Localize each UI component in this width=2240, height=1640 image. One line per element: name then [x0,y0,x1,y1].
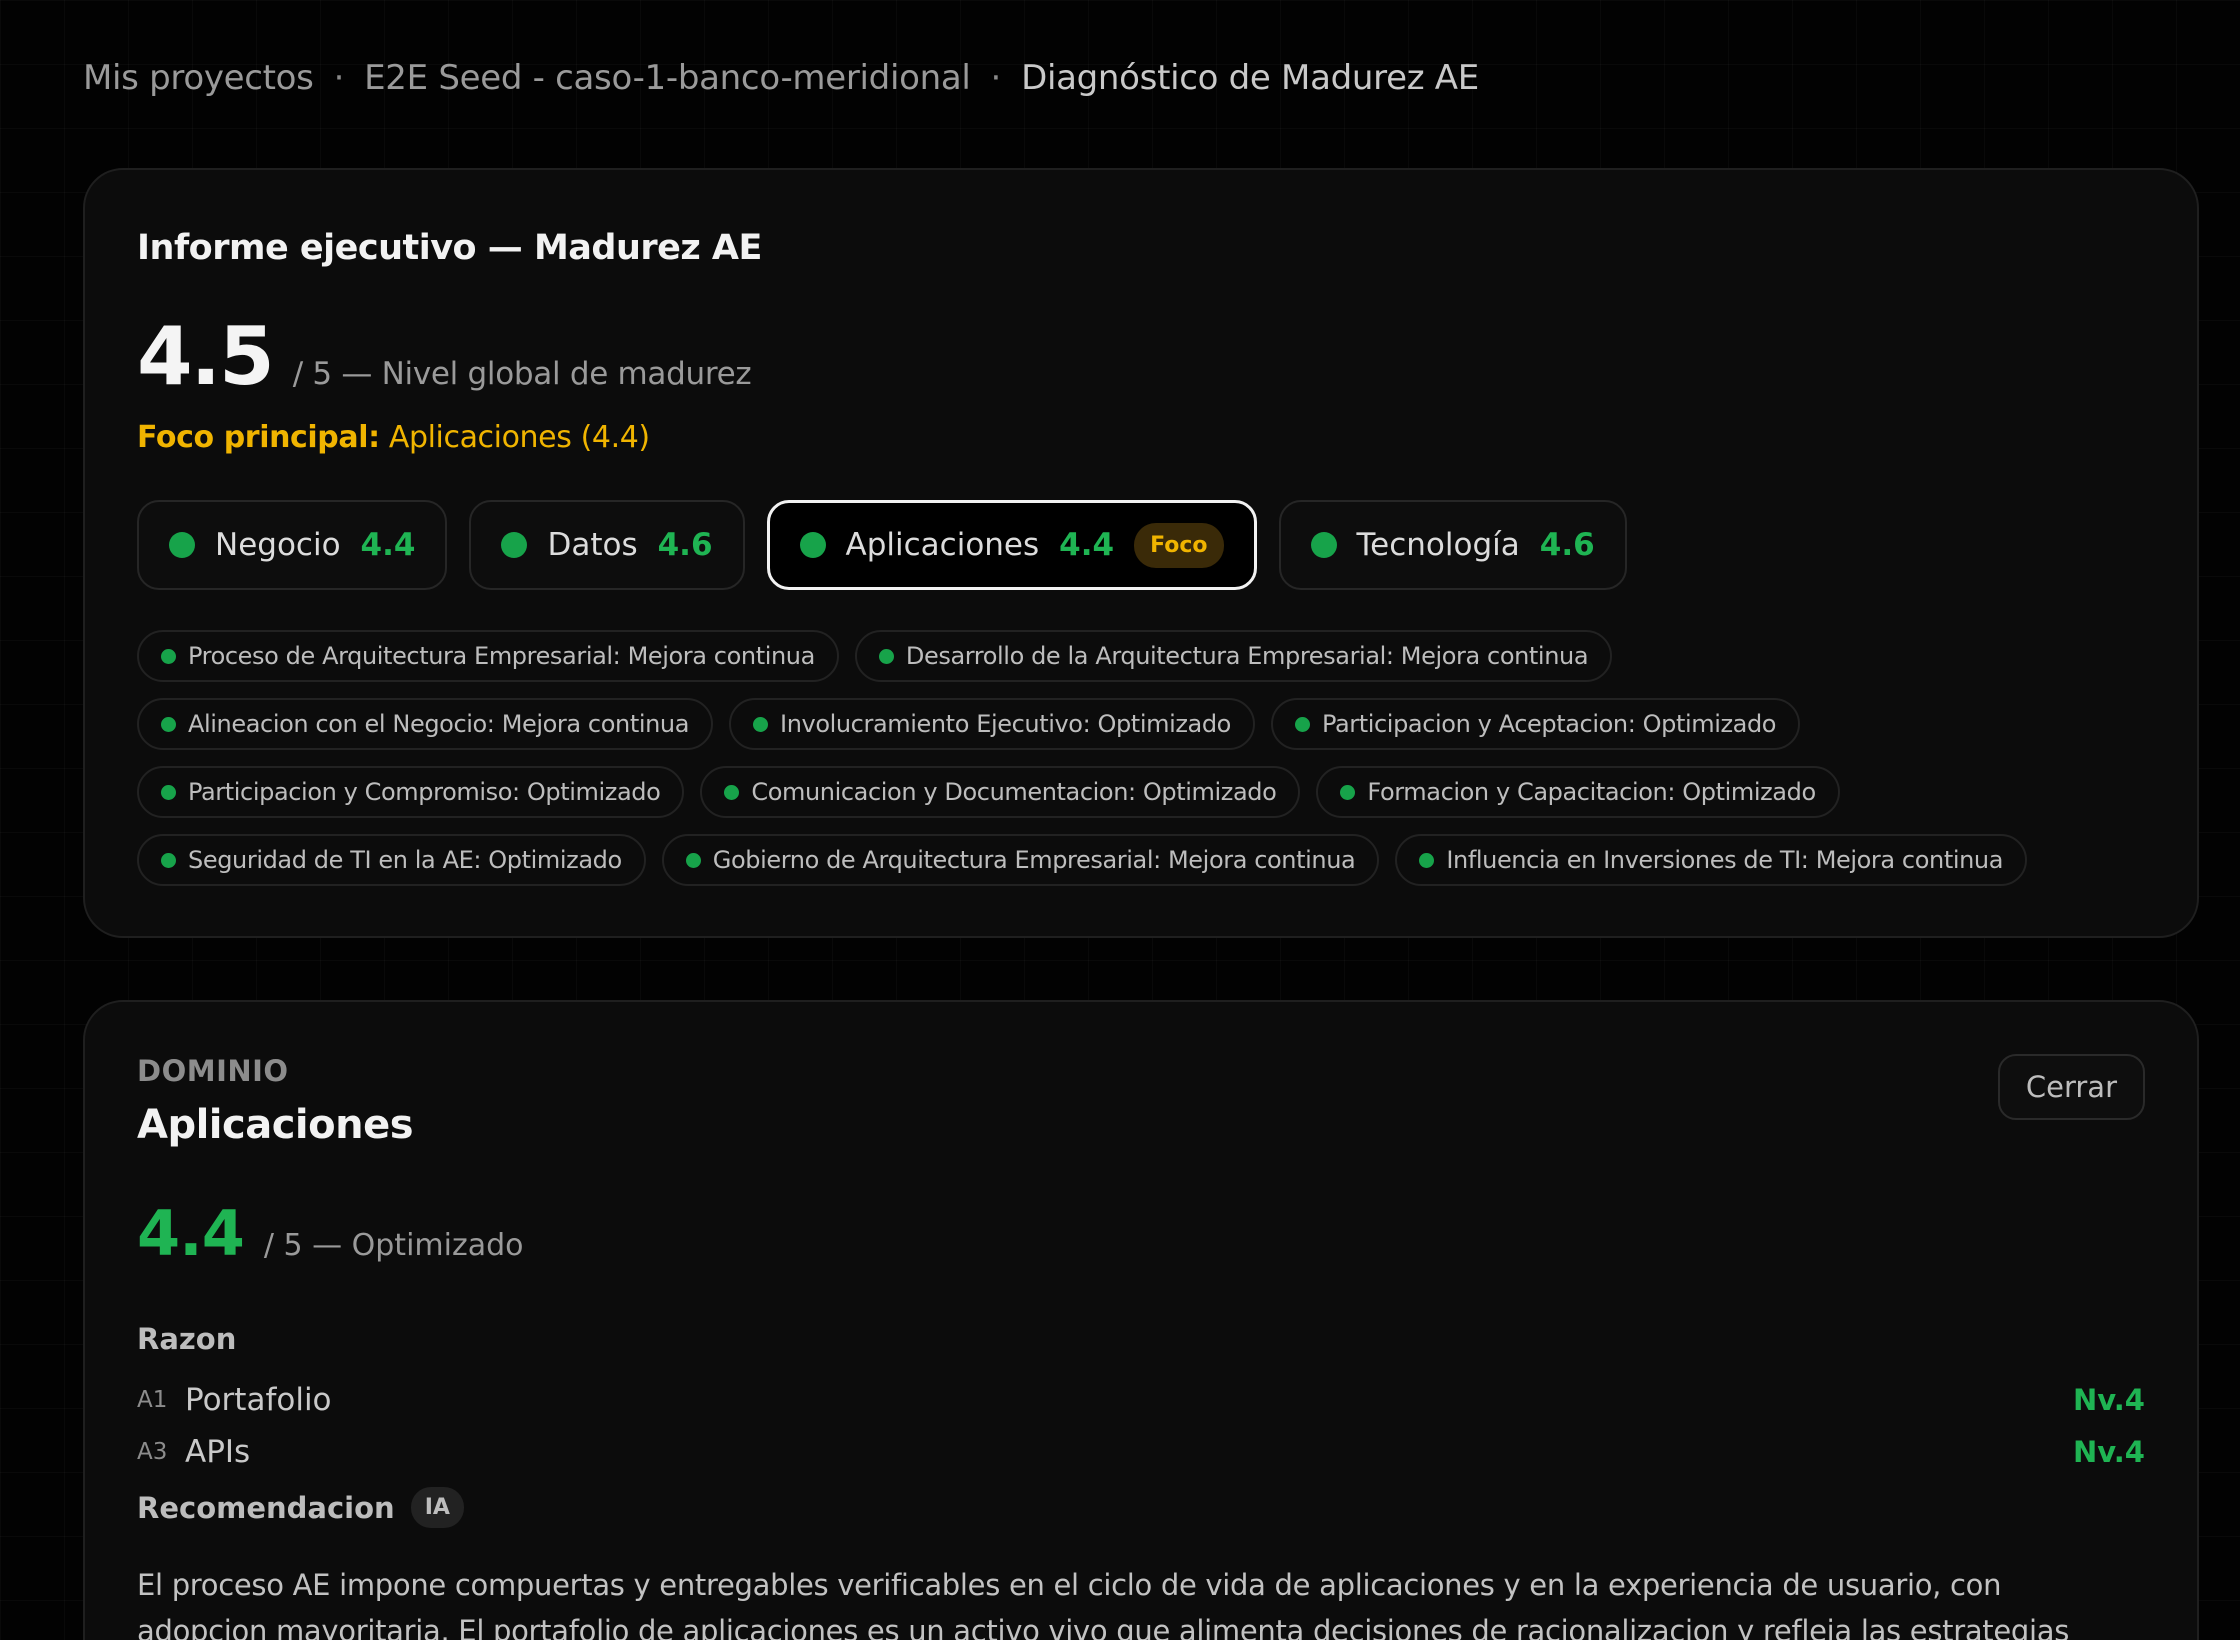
domain-pill-name: Datos [547,527,638,563]
domain-score-label: / 5 — Optimizado [263,1228,524,1263]
focus-badge: Foco [1134,522,1224,568]
status-dot-icon [161,648,176,664]
criterion-chip: Alineacion con el Negocio: Mejora contin… [137,698,714,750]
criterion-chip: Proceso de Arquitectura Empresarial: Mej… [137,630,839,682]
breadcrumb-separator: · [333,58,345,98]
breadcrumb: Mis proyectos · E2E Seed - caso-1-banco-… [83,58,1479,98]
criterion-label: Alineacion con el Negocio: Mejora contin… [188,710,690,738]
domain-detail-card: DOMINIO Aplicaciones Cerrar 4.4 / 5 — Op… [83,1000,2199,1640]
executive-report-card: Informe ejecutivo — Madurez AE 4.5 / 5 —… [83,168,2199,938]
breadcrumb-separator: · [990,58,1002,98]
criterion-chip: Influencia en Inversiones de TI: Mejora … [1395,834,2028,886]
domain-pill-name: Aplicaciones [845,527,1040,563]
report-title: Informe ejecutivo — Madurez AE [137,228,762,268]
criterion-label: Influencia en Inversiones de TI: Mejora … [1446,846,2004,874]
main-focus-value: Aplicaciones (4.4) [388,420,650,455]
criterion-label: Formacion y Capacitacion: Optimizado [1367,778,1816,806]
criterion-chip: Formacion y Capacitacion: Optimizado [1316,766,1840,818]
status-dot-icon [1294,716,1310,732]
ai-badge: IA [410,1487,464,1528]
domain-pill-name: Tecnología [1356,527,1520,563]
reason-code: A3 [137,1439,168,1465]
reason-row: A1 Portafolio Nv.4 [137,1374,2145,1426]
criterion-chip: Gobierno de Arquitectura Empresarial: Me… [661,834,1380,886]
breadcrumb-item-project[interactable]: E2E Seed - caso-1-banco-meridional [364,58,971,98]
global-score-value: 4.5 [137,310,275,403]
criterion-chip: Desarrollo de la Arquitectura Empresaria… [854,630,1613,682]
reason-code: A1 [137,1387,168,1413]
close-button[interactable]: Cerrar [1997,1054,2145,1120]
recommendation-title: Recomendacion [137,1490,395,1525]
breadcrumb-item-current: Diagnóstico de Madurez AE [1021,58,1479,98]
reason-name: APIs [185,1434,251,1470]
status-dot-icon [501,532,528,558]
reason-name: Portafolio [185,1382,332,1418]
status-dot-icon [1340,784,1356,800]
reason-row: A3 APIs Nv.4 [137,1426,2145,1478]
criterion-label: Comunicacion y Documentacion: Optimizado [751,778,1277,806]
domain-pill-value: 4.6 [657,527,713,563]
reason-list: A1 Portafolio Nv.4 A3 APIs Nv.4 [137,1374,2145,1478]
domain-score-value: 4.4 [137,1197,245,1270]
criterion-label: Seguridad de TI en la AE: Optimizado [188,846,622,874]
criterion-chip: Seguridad de TI en la AE: Optimizado [137,834,646,886]
reason-level: Nv.4 [2072,1435,2145,1469]
criterion-chip: Comunicacion y Documentacion: Optimizado [700,766,1301,818]
status-dot-icon [161,716,176,732]
status-dot-icon [878,648,894,664]
criterion-label: Participacion y Compromiso: Optimizado [188,778,661,806]
main-focus: Foco principal: Aplicaciones (4.4) [137,420,650,455]
status-dot-icon [1310,532,1337,558]
domain-pill-aplicaciones[interactable]: Aplicaciones 4.4 Foco [766,500,1257,590]
recommendation-header: Recomendacion IA [137,1487,464,1528]
domain-pills: Negocio 4.4 Datos 4.6 Aplicaciones 4.4 F… [137,500,1627,590]
status-dot-icon [161,852,176,868]
criterion-label: Involucramiento Ejecutivo: Optimizado [780,710,1231,738]
criterion-label: Participacion y Aceptacion: Optimizado [1321,710,1777,738]
domain-eyebrow: DOMINIO [137,1054,289,1088]
status-dot-icon [161,784,176,800]
status-dot-icon [724,784,740,800]
domain-pill-negocio[interactable]: Negocio 4.4 [137,500,448,590]
criterion-label: Desarrollo de la Arquitectura Empresaria… [905,642,1589,670]
domain-pill-tecnologia[interactable]: Tecnología 4.6 [1278,500,1627,590]
status-dot-icon [753,716,769,732]
recommendation-text: El proceso AE impone compuertas y entreg… [137,1568,2070,1640]
domain-pill-value: 4.4 [360,527,416,563]
criterion-label: Proceso de Arquitectura Empresarial: Mej… [188,642,815,670]
global-score-label: / 5 — Nivel global de madurez [292,356,752,392]
breadcrumb-item-projects[interactable]: Mis proyectos [83,58,314,98]
status-dot-icon [1419,852,1435,868]
criterion-chip: Participacion y Aceptacion: Optimizado [1270,698,1801,750]
reason-title: Razon [137,1322,237,1356]
criterion-chip: Participacion y Compromiso: Optimizado [137,766,685,818]
main-focus-label: Foco principal: [137,420,380,455]
domain-pill-value: 4.6 [1539,527,1595,563]
domain-pill-datos[interactable]: Datos 4.6 [469,500,745,590]
status-dot-icon [169,532,195,558]
status-dot-icon [685,852,701,868]
domain-title: Aplicaciones [137,1102,414,1148]
criterion-chip: Involucramiento Ejecutivo: Optimizado [729,698,1255,750]
reason-level: Nv.4 [2072,1383,2145,1417]
status-dot-icon [799,532,826,558]
criteria-list: Proceso de Arquitectura Empresarial: Mej… [137,630,2167,886]
domain-score: 4.4 / 5 — Optimizado [137,1197,524,1270]
criterion-label: Gobierno de Arquitectura Empresarial: Me… [712,846,1356,874]
domain-pill-value: 4.4 [1059,527,1115,563]
global-score: 4.5 / 5 — Nivel global de madurez [137,310,752,403]
domain-pill-name: Negocio [215,527,341,563]
